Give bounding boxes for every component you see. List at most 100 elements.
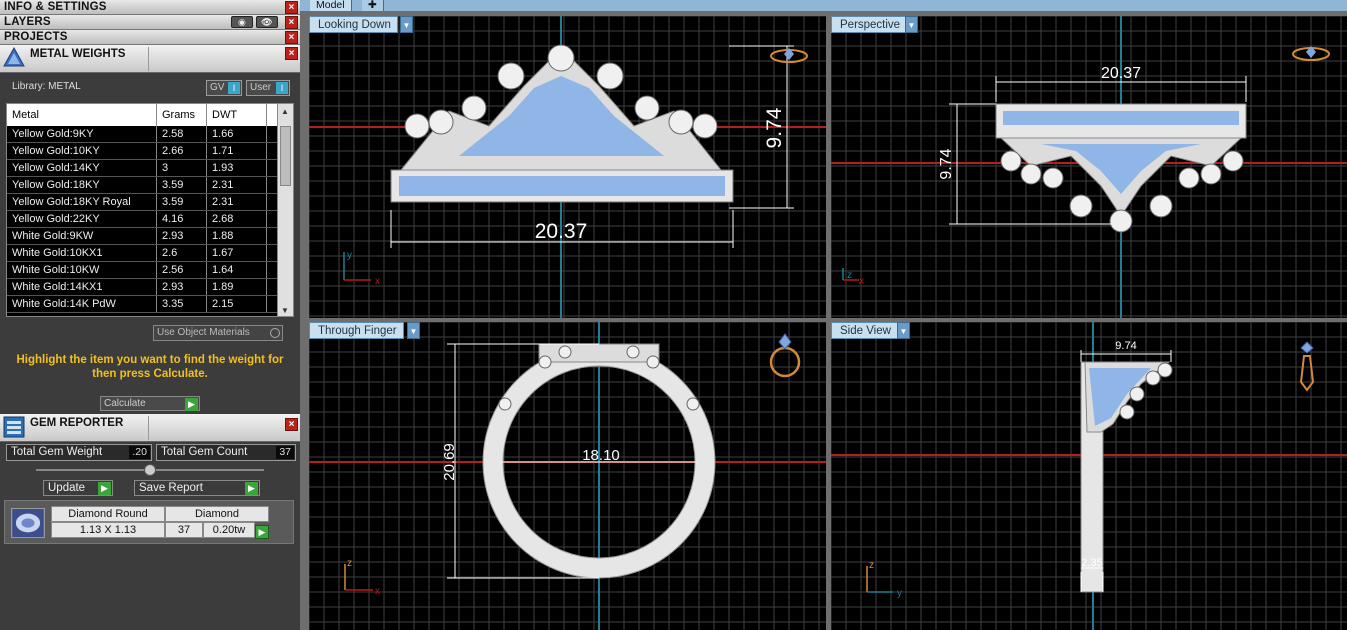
gem-size: 1.13 X 1.13	[51, 522, 165, 538]
close-gem-reporter-icon[interactable]: ×	[285, 418, 298, 431]
col-grams[interactable]: Grams	[157, 104, 207, 126]
gem-slider[interactable]	[36, 464, 264, 476]
play-arrow-icon[interactable]: ▶	[255, 525, 269, 539]
table-cell: 1.93	[207, 160, 267, 176]
gv-toggle[interactable]: GV I	[206, 80, 242, 96]
slider-knob-icon[interactable]	[144, 464, 156, 476]
table-cell: 2.31	[207, 177, 267, 193]
table-row[interactable]: Yellow Gold:9KY 2.58 1.66	[7, 126, 293, 143]
layers-bar[interactable]: LAYERS ◉ 👁 ×	[0, 15, 300, 30]
table-cell: 2.15	[207, 296, 267, 312]
table-cell: White Gold:10KX1	[7, 245, 157, 261]
table-cell: 1.89	[207, 279, 267, 295]
height-dimension: 9.74	[763, 107, 786, 148]
close-layers-icon[interactable]: ×	[285, 16, 298, 29]
viewport-label-side-view[interactable]: Side View	[831, 322, 898, 339]
table-row[interactable]: White Gold:14KX1 2.93 1.89	[7, 279, 293, 296]
close-projects-icon[interactable]: ×	[285, 31, 298, 44]
total-gem-count-label: Total Gem Count	[161, 446, 248, 458]
table-cell: 2.93	[157, 279, 207, 295]
chevron-down-icon[interactable]: ▼	[407, 322, 420, 339]
col-metal[interactable]: Metal	[7, 104, 157, 126]
metal-weights-title: METAL WEIGHTS	[30, 48, 126, 60]
gem-reporter-icon	[3, 416, 25, 438]
axis-x-label: x	[375, 276, 380, 287]
user-toggle[interactable]: User I	[246, 80, 290, 96]
metal-weights-header: METAL WEIGHTS ×	[0, 45, 300, 73]
chevron-down-icon[interactable]: ▼	[400, 16, 413, 33]
table-row[interactable]: White Gold:10KX1 2.6 1.67	[7, 245, 293, 262]
viewport-label-looking-down[interactable]: Looking Down	[309, 16, 398, 33]
table-row[interactable]: White Gold:9KW 2.93 1.88	[7, 228, 293, 245]
update-button[interactable]: Update ▶	[43, 480, 113, 496]
use-object-materials-toggle[interactable]: Use Object Materials	[153, 325, 283, 341]
save-report-label: Save Report	[139, 482, 203, 494]
axis-y-label: y	[347, 250, 352, 261]
viewport-perspective[interactable]: 20.37 9.74 z x Perspective ▼	[831, 16, 1347, 318]
viewport-side-view[interactable]: 9.74 2.35 z y Side View ▼	[831, 322, 1347, 630]
gem-name: Diamond Round	[51, 506, 165, 522]
close-info-settings-icon[interactable]: ×	[285, 1, 298, 14]
table-row[interactable]: Yellow Gold:22KY 4.16 2.68	[7, 211, 293, 228]
scroll-down-icon[interactable]: ▼	[281, 306, 289, 315]
metal-table-body: Yellow Gold:9KY 2.58 1.66 Yellow Gold:10KY 2…	[7, 126, 293, 313]
info-settings-bar[interactable]: INFO & SETTINGS ×	[0, 0, 300, 15]
table-row[interactable]: White Gold:10KW 2.56 1.64	[7, 262, 293, 279]
close-metal-weights-icon[interactable]: ×	[285, 47, 298, 60]
through-finger-canvas: 20.69 18.10 z x	[309, 322, 826, 630]
round-diamond-icon	[11, 508, 45, 538]
save-report-button[interactable]: Save Report ▶	[134, 480, 260, 496]
projects-bar[interactable]: PROJECTS ×	[0, 30, 300, 45]
chevron-down-icon[interactable]: ▼	[905, 16, 918, 33]
table-cell: White Gold:9KW	[7, 228, 157, 244]
add-tab-icon[interactable]: ✚	[362, 0, 384, 11]
metal-table: Metal Grams DWT Yellow Gold:9KY 2.58 1.66 Y…	[6, 103, 294, 317]
calculate-button[interactable]: Calculate ▶	[100, 396, 200, 411]
play-arrow-icon: ▶	[185, 398, 198, 411]
viewport-label-perspective[interactable]: Perspective	[831, 16, 908, 33]
metal-weights-icon	[3, 47, 25, 67]
table-cell: 1.66	[207, 126, 267, 142]
metal-library-row: Library: METAL GV I User I	[0, 74, 300, 102]
col-dwt[interactable]: DWT	[207, 104, 267, 126]
scroll-thumb[interactable]	[280, 126, 291, 186]
table-row[interactable]: Yellow Gold:18KY Royal 3.59 2.31	[7, 194, 293, 211]
calculate-label: Calculate	[104, 398, 146, 409]
crown-front-model	[390, 44, 734, 203]
axis-z-label: z	[347, 558, 352, 569]
table-row[interactable]: Yellow Gold:14KY 3 1.93	[7, 160, 293, 177]
tab-model[interactable]: Model	[310, 0, 352, 11]
viewport-through-finger[interactable]: 20.69 18.10 z x Through Finger ▼	[309, 322, 826, 630]
table-cell: 1.88	[207, 228, 267, 244]
viewport-looking-down[interactable]: 20.37 9.74 y x Looking Down ▼	[309, 16, 826, 318]
eye-icon[interactable]: 👁	[256, 16, 278, 28]
table-row[interactable]: Yellow Gold:10KY 2.66 1.71	[7, 143, 293, 160]
chevron-down-icon[interactable]: ▼	[897, 322, 910, 339]
gem-entry[interactable]: Diamond Round 1.13 X 1.13 Diamond 37 0.2…	[4, 500, 294, 544]
table-cell: White Gold:14KX1	[7, 279, 157, 295]
view-tabs: Model ✚	[300, 0, 1347, 11]
use-object-materials-label: Use Object Materials	[157, 327, 250, 338]
table-cell: 1.71	[207, 143, 267, 159]
table-cell: 4.16	[157, 211, 207, 227]
table-cell: Yellow Gold:18KY Royal	[7, 194, 157, 210]
perspective-canvas: 20.37 9.74 z x	[831, 16, 1347, 318]
metal-table-scrollbar[interactable]: ▲ ▼	[277, 104, 293, 316]
projects-title: PROJECTS	[4, 31, 68, 43]
metal-table-header: Metal Grams DWT	[7, 104, 293, 126]
axis-z-label: z	[869, 560, 874, 571]
table-row[interactable]: Yellow Gold:18KY 3.59 2.31	[7, 177, 293, 194]
looking-down-canvas: 20.37 9.74 y x	[309, 16, 826, 318]
table-cell: 2.93	[157, 228, 207, 244]
table-cell: 2.58	[157, 126, 207, 142]
update-label: Update	[48, 482, 86, 494]
table-cell: 3.59	[157, 177, 207, 193]
height-dimension: 9.74	[938, 148, 955, 179]
table-row[interactable]: White Gold:14K PdW 3.35 2.15	[7, 296, 293, 313]
gem-material: Diamond	[165, 506, 269, 522]
table-cell: Yellow Gold:9KY	[7, 126, 157, 142]
scroll-up-icon[interactable]: ▲	[281, 107, 289, 116]
layer-toggle-icon[interactable]: ◉	[231, 16, 253, 28]
viewport-label-through-finger[interactable]: Through Finger	[309, 322, 404, 339]
table-cell: 2.66	[157, 143, 207, 159]
